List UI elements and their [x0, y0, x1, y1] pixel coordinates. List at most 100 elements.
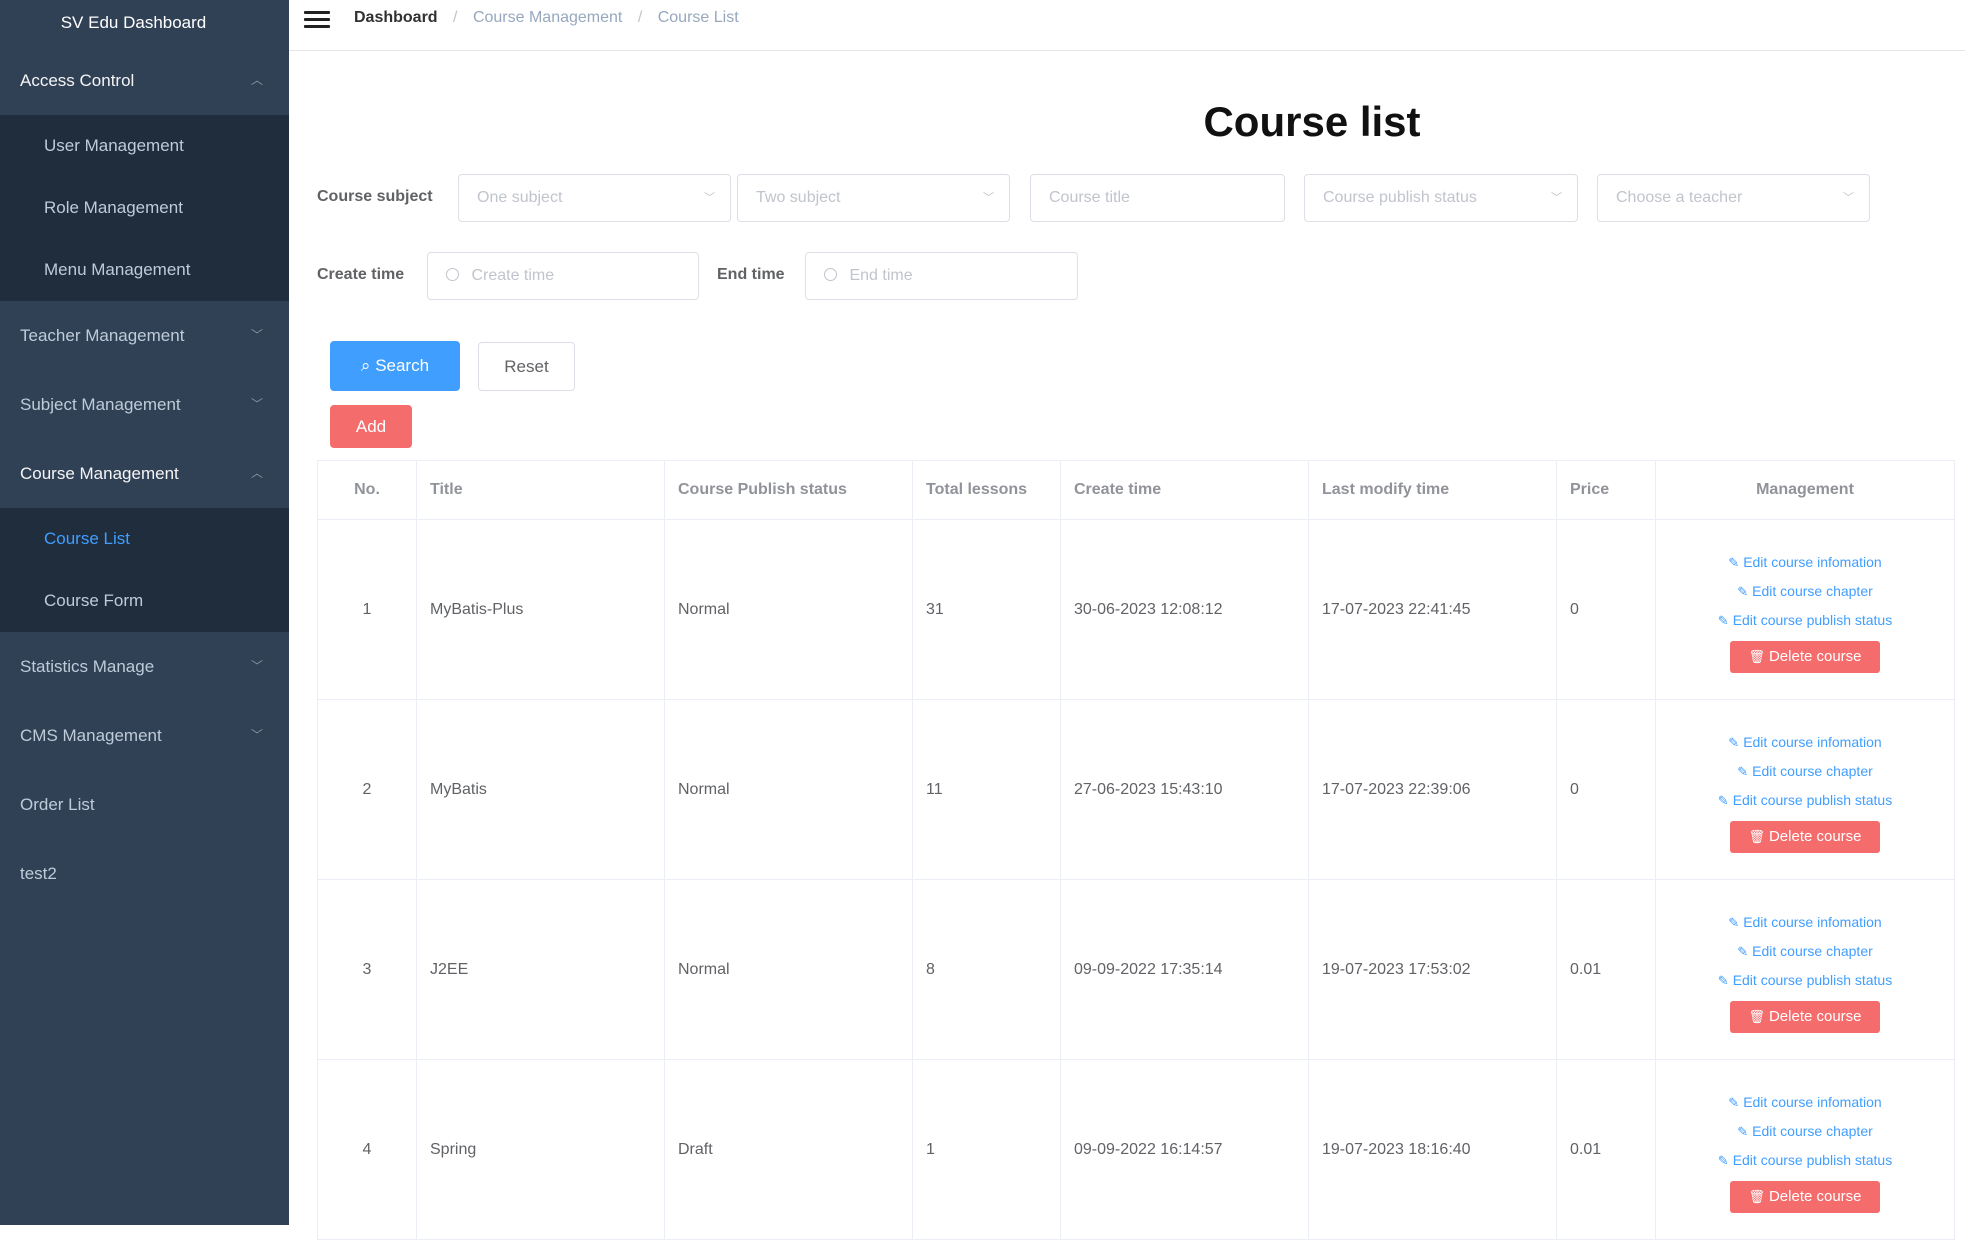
brand-title[interactable]: SV Edu Dashboard — [0, 0, 289, 46]
input-placeholder: Course title — [1049, 189, 1130, 206]
menu-order-list[interactable]: Order List — [0, 770, 289, 839]
edit-icon: ✎ — [1717, 973, 1729, 988]
cell-status: Draft — [664, 1059, 913, 1240]
breadcrumb-course-management: Course Management — [472, 9, 623, 26]
edit-info-link[interactable]: ✎ Edit course infomation — [1669, 914, 1941, 931]
hamburger-menu-icon[interactable] — [304, 8, 330, 30]
edit-chapter-link[interactable]: ✎ Edit course chapter — [1669, 943, 1941, 960]
edit-chapter-label: Edit course chapter — [1752, 943, 1873, 959]
edit-status-link[interactable]: ✎ Edit course publish status — [1669, 972, 1941, 989]
edit-status-link[interactable]: ✎ Edit course publish status — [1669, 612, 1941, 629]
sidebar-item-user-management[interactable]: User Management — [0, 115, 289, 177]
cell-management: ✎ Edit course infomation ✎ Edit course chap… — [1655, 699, 1955, 880]
chevron-up-icon: ︿ — [250, 466, 263, 480]
chevron-up-icon: ︿ — [250, 73, 263, 87]
cell-no: 1 — [317, 519, 417, 700]
column-header-lessons: Total lessons — [912, 460, 1061, 520]
delete-course-label: Delete course — [1768, 1188, 1862, 1205]
sidebar-item-role-management[interactable]: Role Management — [0, 177, 289, 239]
menu-course-management[interactable]: Course Management ︿ — [0, 439, 289, 508]
menu-test2[interactable]: test2 — [0, 839, 289, 908]
two-subject-select[interactable]: Two subject ﹀ — [737, 174, 1010, 222]
delete-course-button[interactable]: 🗑 Delete course — [1730, 641, 1880, 673]
cell-price: 0 — [1556, 519, 1656, 700]
course-title-input[interactable]: Course title — [1030, 174, 1285, 222]
edit-info-link[interactable]: ✎ Edit course infomation — [1669, 734, 1941, 751]
reset-button[interactable]: Reset — [478, 342, 575, 391]
menu-access-control[interactable]: Access Control ︿ — [0, 46, 289, 115]
edit-info-link[interactable]: ✎ Edit course infomation — [1669, 1094, 1941, 1111]
chevron-down-icon: ﹀ — [250, 397, 263, 411]
menu-statistics-manage[interactable]: Statistics Manage ﹀ — [0, 632, 289, 701]
cell-lessons: 31 — [912, 519, 1061, 700]
chevron-down-icon: ﹀ — [704, 192, 715, 204]
search-button[interactable]: ⌕ Search — [330, 341, 460, 391]
cell-modify-time: 19-07-2023 17:53:02 — [1308, 879, 1557, 1060]
edit-info-label: Edit course infomation — [1743, 734, 1882, 750]
menu-subject-management[interactable]: Subject Management ﹀ — [0, 370, 289, 439]
edit-chapter-link[interactable]: ✎ Edit course chapter — [1669, 1123, 1941, 1140]
create-time-picker[interactable]: Create time — [427, 252, 699, 300]
trash-icon: 🗑 — [1748, 1009, 1765, 1024]
edit-chapter-link[interactable]: ✎ Edit course chapter — [1669, 763, 1941, 780]
cell-create-time: 09-09-2022 16:14:57 — [1060, 1059, 1309, 1240]
sidebar-item-course-form[interactable]: Course Form — [0, 570, 289, 632]
sidebar: SV Edu Dashboard Access Control ︿ User M… — [0, 0, 289, 1225]
breadcrumb: Dashboard / Course Management / Course L… — [354, 9, 739, 27]
cell-status: Normal — [664, 699, 913, 880]
search-icon: ⌕ — [360, 356, 371, 375]
chevron-down-icon: ﹀ — [1843, 192, 1854, 204]
one-subject-select[interactable]: One subject ﹀ — [458, 174, 731, 222]
cell-title: J2EE — [416, 879, 665, 1060]
menu-label: CMS Management — [20, 726, 162, 745]
page-title: Course list — [1203, 98, 1421, 145]
edit-status-label: Edit course publish status — [1732, 612, 1893, 628]
cell-title: MyBatis — [416, 699, 665, 880]
delete-course-label: Delete course — [1768, 1008, 1862, 1025]
chevron-down-icon: ﹀ — [250, 328, 263, 342]
chevron-down-icon: ﹀ — [250, 728, 263, 742]
edit-icon: ✎ — [1728, 1095, 1740, 1110]
search-button-label: Search — [375, 356, 430, 375]
chevron-down-icon: ﹀ — [250, 659, 263, 673]
delete-course-label: Delete course — [1768, 648, 1862, 665]
breadcrumb-separator: / — [637, 9, 643, 26]
edit-icon: ✎ — [1728, 555, 1740, 570]
cell-lessons: 1 — [912, 1059, 1061, 1240]
menu-label: Subject Management — [20, 395, 181, 414]
column-header-management: Management — [1655, 460, 1955, 520]
teacher-select[interactable]: Choose a teacher ﹀ — [1597, 174, 1870, 222]
chevron-down-icon: ﹀ — [1551, 192, 1562, 204]
table-row: 1 MyBatis-Plus Normal 31 30-06-2023 12:08:12… — [317, 519, 1955, 700]
input-placeholder: End time — [849, 267, 913, 284]
edit-icon: ✎ — [1717, 1153, 1729, 1168]
clock-icon — [446, 268, 459, 281]
cell-create-time: 27-06-2023 15:43:10 — [1060, 699, 1309, 880]
submenu-course-management: Course List Course Form — [0, 508, 289, 632]
column-header-status: Course Publish status — [664, 460, 913, 520]
table-body: 1 MyBatis-Plus Normal 31 30-06-2023 12:08:12… — [317, 519, 1955, 1240]
edit-info-link[interactable]: ✎ Edit course infomation — [1669, 554, 1941, 571]
select-placeholder: Course publish status — [1323, 189, 1477, 206]
breadcrumb-dashboard[interactable]: Dashboard — [354, 9, 438, 26]
menu-cms-management[interactable]: CMS Management ﹀ — [0, 701, 289, 770]
cell-price: 0 — [1556, 699, 1656, 880]
sidebar-item-course-list[interactable]: Course List — [0, 508, 289, 570]
end-time-picker[interactable]: End time — [805, 252, 1078, 300]
delete-course-button[interactable]: 🗑 Delete course — [1730, 821, 1880, 853]
edit-status-link[interactable]: ✎ Edit course publish status — [1669, 792, 1941, 809]
column-header-no: No. — [317, 460, 417, 520]
edit-info-label: Edit course infomation — [1743, 914, 1882, 930]
sidebar-item-menu-management[interactable]: Menu Management — [0, 239, 289, 301]
menu-teacher-management[interactable]: Teacher Management ﹀ — [0, 301, 289, 370]
cell-create-time: 30-06-2023 12:08:12 — [1060, 519, 1309, 700]
publish-status-select[interactable]: Course publish status ﹀ — [1304, 174, 1578, 222]
menu-label: Teacher Management — [20, 326, 185, 345]
delete-course-button[interactable]: 🗑 Delete course — [1730, 1001, 1880, 1033]
delete-course-button[interactable]: 🗑 Delete course — [1730, 1181, 1880, 1213]
trash-icon: 🗑 — [1748, 829, 1765, 844]
edit-chapter-link[interactable]: ✎ Edit course chapter — [1669, 583, 1941, 600]
edit-status-label: Edit course publish status — [1732, 972, 1893, 988]
edit-status-link[interactable]: ✎ Edit course publish status — [1669, 1152, 1941, 1169]
add-button[interactable]: Add — [330, 405, 412, 448]
